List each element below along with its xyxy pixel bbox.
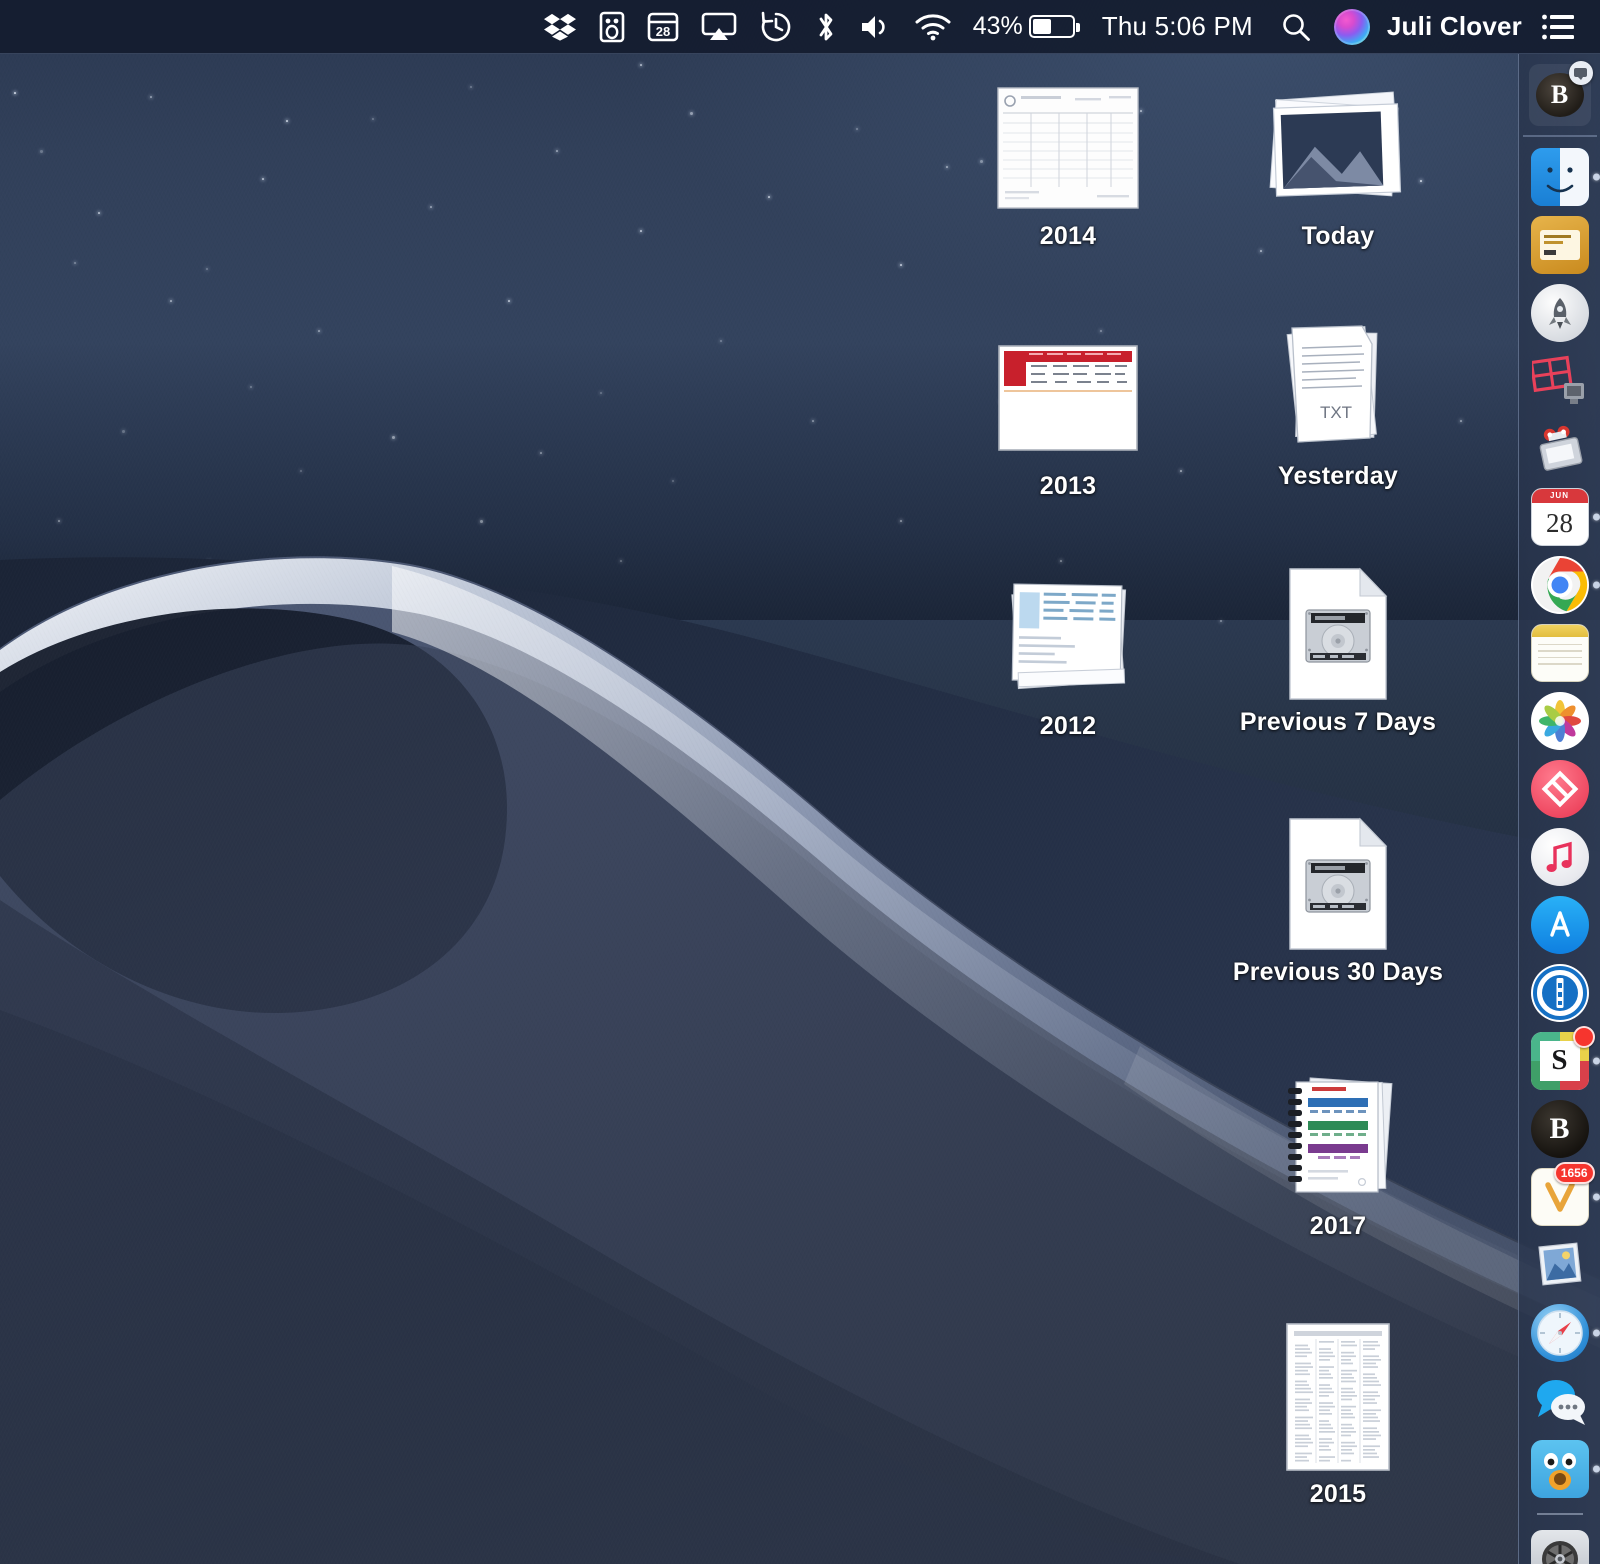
desktop-icon-label: 2017 bbox=[1310, 1212, 1366, 1241]
dock-item-keynote[interactable] bbox=[1529, 350, 1591, 412]
running-indicator bbox=[1593, 1193, 1600, 1200]
fantastical-calendar-icon[interactable]: 28 bbox=[636, 0, 690, 54]
desktop-icon-label: Yesterday bbox=[1278, 462, 1398, 491]
dock-item-calendar[interactable]: JUN 28 bbox=[1529, 486, 1591, 548]
running-indicator bbox=[1593, 1329, 1600, 1336]
desktop-icon-yesterday[interactable]: TXT Yesterday bbox=[1233, 322, 1443, 491]
dock-item-news[interactable] bbox=[1529, 758, 1591, 820]
dock-item-itunes[interactable] bbox=[1529, 826, 1591, 888]
running-indicator bbox=[1593, 1057, 1600, 1064]
desktop-icon-previous-7-days[interactable]: Previous 7 Days bbox=[1233, 568, 1443, 737]
dock-item-tweetbot[interactable] bbox=[1529, 1438, 1591, 1500]
dock-item-safari[interactable] bbox=[1529, 1302, 1591, 1364]
dock-calendar-month: JUN bbox=[1532, 491, 1588, 500]
dock-item-launchpad[interactable] bbox=[1529, 282, 1591, 344]
spreadsheet-document-icon bbox=[997, 82, 1139, 214]
bluetooth-icon[interactable] bbox=[804, 0, 848, 54]
menu-bar: 28 bbox=[0, 0, 1600, 54]
running-indicator bbox=[1593, 1465, 1600, 1472]
running-indicator bbox=[1593, 173, 1600, 180]
desktop-icon-2014[interactable]: 2014 bbox=[963, 82, 1173, 251]
notification-center-icon[interactable] bbox=[1530, 0, 1586, 54]
dock-item-bear[interactable]: B bbox=[1529, 1098, 1591, 1160]
bound-report-stack-icon bbox=[1278, 1072, 1398, 1204]
dock-item-screenflow[interactable] bbox=[1529, 418, 1591, 480]
text-file-stack-icon: TXT bbox=[1276, 322, 1400, 454]
wifi-icon[interactable] bbox=[904, 0, 962, 54]
dock-item-finder[interactable] bbox=[1529, 146, 1591, 208]
siri-icon[interactable] bbox=[1323, 0, 1381, 54]
dock-item-notes[interactable] bbox=[1529, 622, 1591, 684]
dock-item-1password[interactable] bbox=[1529, 962, 1591, 1024]
desktop-icon-2012[interactable]: 2012 bbox=[963, 572, 1173, 741]
text-file-type-label: TXT bbox=[1320, 403, 1352, 422]
dock-item-stamp-mail[interactable] bbox=[1529, 1234, 1591, 1296]
battery-status[interactable]: 43% bbox=[962, 0, 1086, 54]
airplay-icon[interactable] bbox=[690, 0, 748, 54]
battery-percent-label: 43% bbox=[973, 12, 1029, 41]
notification-badge: 1656 bbox=[1554, 1162, 1595, 1184]
dock-separator bbox=[1523, 135, 1597, 137]
bartender-icon[interactable] bbox=[588, 0, 636, 54]
dock-item-dash[interactable] bbox=[1529, 214, 1591, 276]
desktop-icon-label: Previous 7 Days bbox=[1240, 708, 1436, 737]
dock-item-mail-v[interactable]: 1656 bbox=[1529, 1166, 1591, 1228]
dock-item-system-preferences[interactable] bbox=[1529, 1528, 1591, 1564]
notification-badge bbox=[1573, 1026, 1595, 1048]
disk-image-icon bbox=[1286, 818, 1390, 950]
dock-separator bbox=[1537, 1513, 1583, 1515]
dock-calendar-day: 28 bbox=[1532, 503, 1588, 545]
dock-item-bartender[interactable]: B bbox=[1529, 64, 1591, 126]
desktop-icon-2013[interactable]: 2013 bbox=[963, 332, 1173, 501]
battery-icon bbox=[1029, 15, 1075, 38]
bartender-popup-badge-icon bbox=[1569, 61, 1593, 85]
paper-stack-icon bbox=[999, 572, 1137, 704]
time-machine-icon[interactable] bbox=[748, 0, 804, 54]
desktop-icon-label: 2015 bbox=[1310, 1480, 1366, 1509]
dropbox-icon[interactable] bbox=[532, 0, 588, 54]
search-icon[interactable] bbox=[1269, 0, 1323, 54]
desktop-icon-today[interactable]: Today bbox=[1233, 82, 1443, 251]
photos-stack-icon bbox=[1263, 82, 1413, 214]
desktop-icon-label: 2012 bbox=[1040, 712, 1096, 741]
desktop[interactable]: 28 bbox=[0, 0, 1600, 1564]
running-indicator bbox=[1593, 581, 1600, 588]
running-indicator bbox=[1593, 513, 1600, 520]
red-table-document-icon bbox=[998, 332, 1138, 464]
desktop-icon-label: 2013 bbox=[1040, 472, 1096, 501]
dock-item-messages[interactable] bbox=[1529, 1370, 1591, 1432]
dock-item-photos[interactable] bbox=[1529, 690, 1591, 752]
data-sheet-document-icon bbox=[1286, 1322, 1390, 1472]
menu-bar-clock[interactable]: Thu 5:06 PM bbox=[1086, 11, 1269, 42]
desktop-icon-label: Today bbox=[1302, 222, 1375, 251]
desktop-icon-2017[interactable]: 2017 bbox=[1233, 1072, 1443, 1241]
desktop-icon-label: Previous 30 Days bbox=[1233, 958, 1443, 987]
dock-item-google-chrome[interactable] bbox=[1529, 554, 1591, 616]
disk-image-icon bbox=[1286, 568, 1390, 700]
desktop-icon-2015[interactable]: 2015 bbox=[1233, 1322, 1443, 1509]
dock: B bbox=[1518, 54, 1600, 1564]
volume-icon[interactable] bbox=[848, 0, 904, 54]
desktop-icon-label: 2014 bbox=[1040, 222, 1096, 251]
menu-bar-user-name[interactable]: Juli Clover bbox=[1381, 11, 1530, 42]
dock-item-slack[interactable]: S bbox=[1529, 1030, 1591, 1092]
dock-item-app-store[interactable] bbox=[1529, 894, 1591, 956]
desktop-icon-previous-30-days[interactable]: Previous 30 Days bbox=[1233, 818, 1443, 987]
menubar-calendar-day: 28 bbox=[656, 24, 670, 39]
